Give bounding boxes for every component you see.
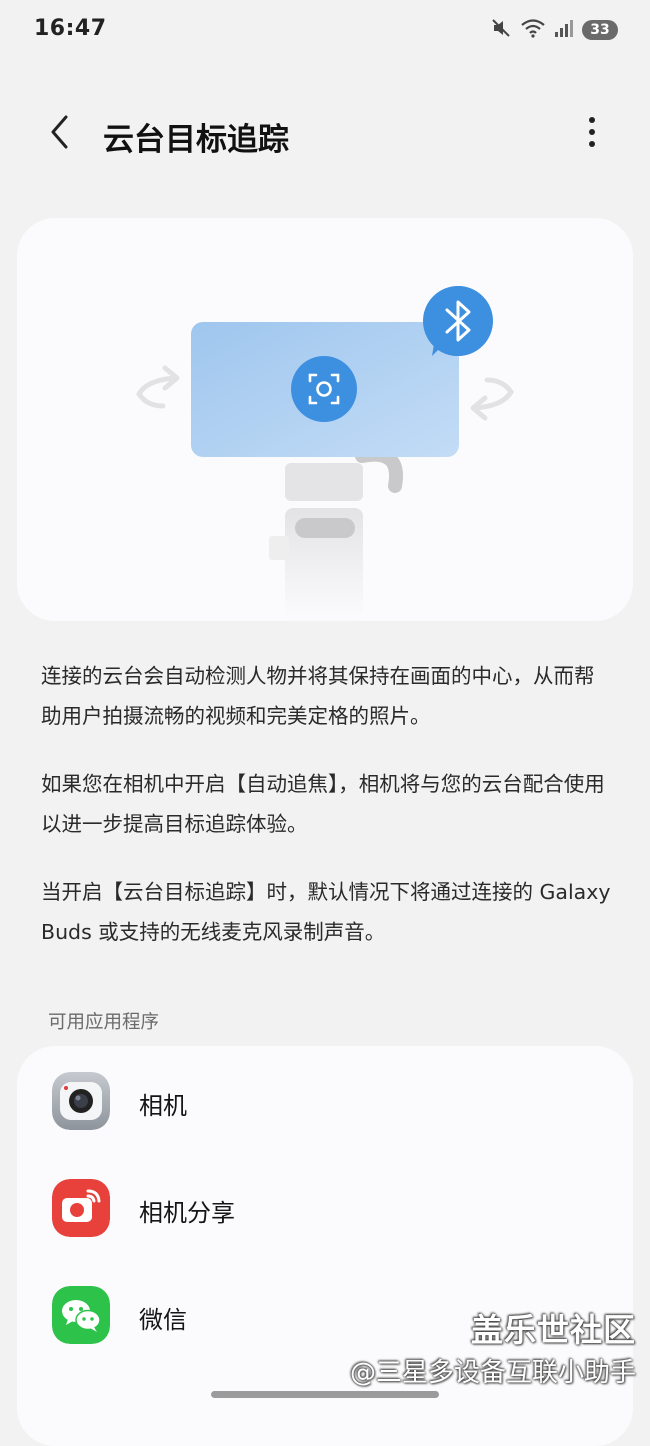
gimbal-illustration — [136, 286, 514, 618]
focus-target-icon — [291, 356, 357, 422]
more-vertical-icon — [588, 116, 596, 152]
watermark-subtitle: @三星多设备互联小助手 — [349, 1358, 636, 1388]
watermark-title: 盖乐世社区 — [470, 1311, 636, 1349]
status-bar: 16:47 33 — [0, 0, 650, 60]
description-paragraph: 连接的云台会自动检测人物并将其保持在画面的中心，从而帮助用户拍摄流畅的视频和完美… — [41, 664, 595, 728]
list-item-camera-share[interactable]: 相机分享 — [17, 1155, 633, 1261]
app-label: 相机 — [139, 1092, 187, 1120]
illustration-card — [17, 218, 633, 621]
app-label: 相机分享 — [139, 1199, 235, 1227]
back-button[interactable] — [36, 110, 84, 158]
list-item-camera[interactable]: 相机 — [17, 1048, 633, 1154]
status-icons: 33 — [490, 18, 618, 42]
home-indicator[interactable] — [211, 1391, 439, 1398]
page-title: 云台目标追踪 — [103, 122, 289, 158]
status-time: 16:47 — [34, 16, 107, 41]
app-label: 微信 — [139, 1306, 187, 1334]
wechat-app-icon — [52, 1286, 110, 1344]
section-header-available-apps: 可用应用程序 — [48, 1012, 160, 1033]
rotate-right-arrow-icon — [470, 377, 514, 421]
description-paragraph: 如果您在相机中开启【自动追焦】，相机将与您的云台配合使用以进一步提高目标追踪体验… — [41, 772, 605, 836]
app-bar: 云台目标追踪 — [0, 100, 650, 170]
battery-icon: 33 — [582, 20, 618, 40]
wifi-icon — [520, 17, 546, 43]
signal-icon — [554, 18, 574, 42]
bluetooth-icon — [423, 286, 493, 356]
more-options-button[interactable] — [574, 112, 610, 156]
chevron-left-icon — [48, 114, 72, 154]
rotate-left-arrow-icon — [136, 365, 180, 409]
camera-app-icon — [52, 1072, 110, 1130]
description: 连接的云台会自动检测人物并将其保持在画面的中心，从而帮助用户拍摄流畅的视频和完美… — [41, 656, 611, 980]
mute-icon — [490, 17, 512, 43]
camera-share-app-icon — [52, 1179, 110, 1237]
description-paragraph: 当开启【云台目标追踪】时，默认情况下将通过连接的 Galaxy Buds 或支持… — [41, 880, 611, 944]
